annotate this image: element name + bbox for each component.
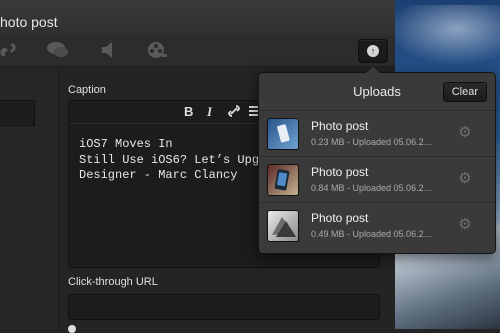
link-format-button[interactable]	[227, 104, 241, 121]
uploads-button[interactable]: ↑	[358, 39, 388, 63]
cloud	[395, 5, 500, 65]
clickthrough-url-label: Click-through URL	[68, 276, 158, 288]
upload-meta: 0.84 MB - Uploaded 05.06.2…	[311, 183, 433, 193]
left-input-field[interactable]	[0, 100, 35, 126]
upload-meta: 0.49 MB - Uploaded 05.06.2…	[311, 229, 433, 239]
upload-meta: 0.23 MB - Uploaded 05.06.2…	[311, 137, 433, 147]
chat-icon[interactable]	[46, 40, 70, 62]
post-type-toolbar	[0, 36, 395, 67]
gear-icon[interactable]: ⚙	[457, 171, 473, 187]
upload-title: Photo post	[311, 165, 369, 179]
upload-item[interactable]: Photo post 0.84 MB - Uploaded 05.06.2… ⚙	[259, 156, 495, 203]
italic-button[interactable]: I	[207, 104, 212, 120]
gear-icon[interactable]: ⚙	[457, 217, 473, 233]
link-icon[interactable]	[0, 40, 20, 62]
upload-item[interactable]: Photo post 0.23 MB - Uploaded 05.06.2… ⚙	[259, 110, 495, 157]
gear-icon[interactable]: ⚙	[457, 125, 473, 141]
upload-icon: ↑	[367, 45, 379, 57]
radio-option[interactable]	[68, 325, 76, 333]
video-icon[interactable]	[145, 40, 169, 62]
upload-thumbnail	[267, 164, 299, 196]
upload-title: Photo post	[311, 211, 369, 225]
caption-label: Caption	[68, 84, 106, 96]
window-title: hoto post	[0, 14, 58, 30]
uploads-header: Uploads Clear	[259, 73, 495, 109]
upload-item[interactable]: Photo post 0.49 MB - Uploaded 05.06.2… ⚙	[259, 202, 495, 249]
clickthrough-url-input[interactable]	[68, 294, 380, 320]
bold-button[interactable]: B	[184, 104, 193, 119]
audio-icon[interactable]	[96, 40, 120, 62]
uploads-popover: Uploads Clear Photo post 0.23 MB - Uploa…	[258, 65, 496, 254]
window-titlebar: hoto post	[0, 0, 395, 37]
upload-title: Photo post	[311, 119, 369, 133]
clear-button[interactable]: Clear	[442, 82, 487, 102]
upload-thumbnail	[267, 210, 299, 242]
upload-thumbnail	[267, 118, 299, 150]
